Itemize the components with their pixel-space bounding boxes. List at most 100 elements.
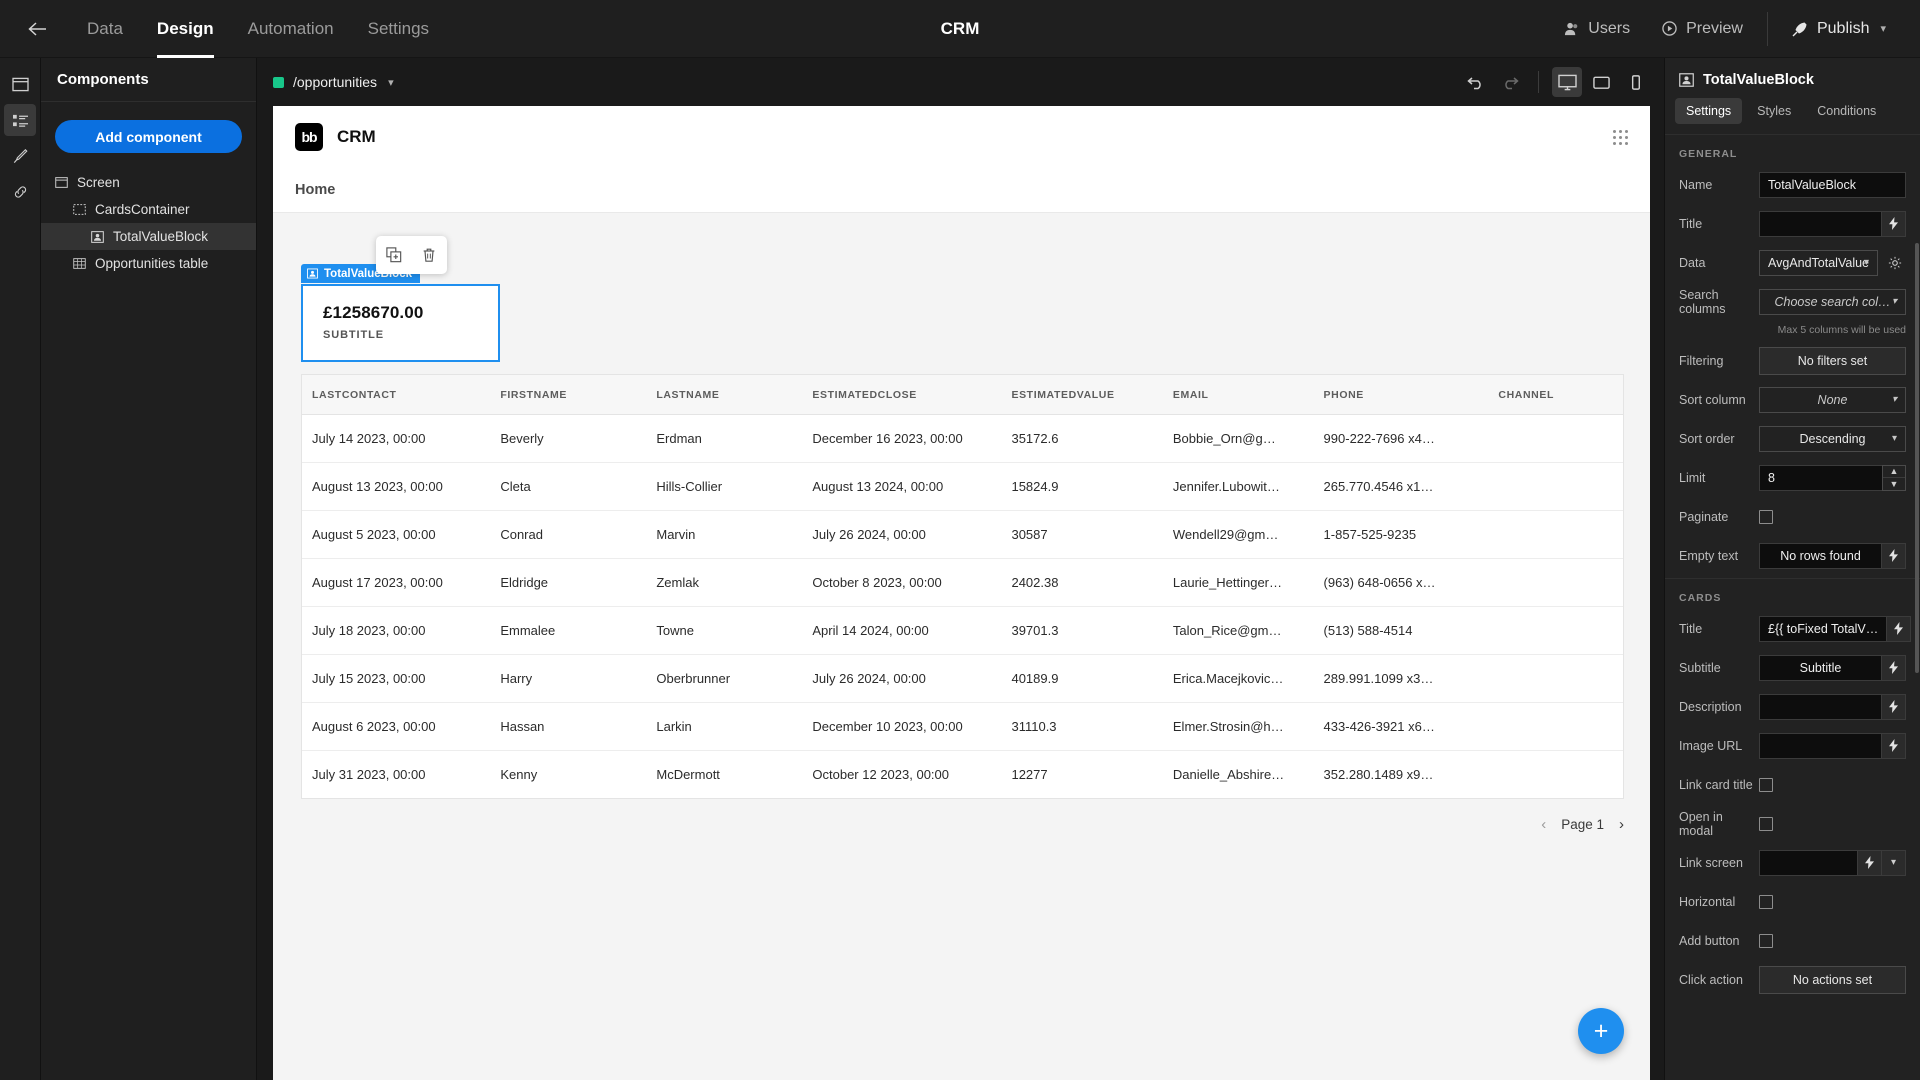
click-action-button[interactable]: No actions set — [1759, 965, 1906, 994]
col-firstname[interactable]: FIRSTNAME — [490, 375, 646, 415]
mobile-icon — [1631, 74, 1640, 90]
tab-data[interactable]: Data — [70, 0, 140, 58]
top-bar: Data Design Automation Settings CRM User… — [0, 0, 1920, 58]
card-description-binding-button[interactable] — [1882, 693, 1906, 720]
limit-decrease-button[interactable]: ▼ — [1883, 478, 1905, 490]
name-input[interactable]: TotalValueBlock — [1759, 171, 1906, 198]
tab-settings[interactable]: Settings — [351, 0, 446, 58]
undo-button[interactable] — [1461, 67, 1491, 97]
screen-selector[interactable]: /opportunities ▾ — [273, 74, 394, 90]
component-float-toolbar — [376, 236, 447, 274]
col-email[interactable]: EMAIL — [1163, 375, 1314, 415]
field-sort-order: Sort order Descending ▾ — [1665, 422, 1920, 455]
title-binding-button[interactable] — [1882, 210, 1906, 237]
inspector-tabs: Settings Styles Conditions — [1665, 98, 1920, 135]
link-screen-input[interactable] — [1759, 849, 1858, 876]
tree-item-opportunities-table[interactable]: Opportunities table — [41, 250, 256, 277]
desktop-icon — [1557, 74, 1577, 90]
filtering-button[interactable]: No filters set — [1759, 346, 1906, 375]
tab-settings[interactable]: Settings — [1675, 98, 1743, 124]
link-screen-dropdown-button[interactable]: ▾ — [1882, 849, 1906, 876]
add-component-button[interactable]: Add component — [55, 120, 242, 153]
horizontal-checkbox[interactable] — [1759, 894, 1773, 909]
table-row[interactable]: August 13 2023, 00:00 Cleta Hills-Collier A… — [302, 462, 1623, 511]
redo-button[interactable] — [1495, 67, 1525, 97]
card-subtitle-binding-button[interactable] — [1882, 654, 1906, 681]
rail-components-button[interactable] — [4, 104, 36, 136]
screen-chevron-down-icon[interactable]: ▾ — [388, 76, 394, 89]
users-button[interactable]: Users — [1548, 14, 1646, 44]
card-title-binding-button[interactable] — [1887, 615, 1912, 642]
table-row[interactable]: August 17 2023, 00:00 Eldridge Zemlak Octob… — [302, 558, 1623, 607]
table-row[interactable]: August 6 2023, 00:00 Hassan Larkin December… — [302, 702, 1623, 751]
rail-theme-button[interactable] — [4, 140, 36, 172]
empty-text-binding-button[interactable] — [1882, 542, 1906, 569]
table-cell — [1488, 654, 1623, 703]
field-empty-text: Empty text No rows found — [1665, 539, 1920, 572]
tree-item-cardscontainer[interactable]: CardsContainer — [41, 196, 256, 223]
data-select[interactable]: AvgAndTotalValue ▾ — [1759, 249, 1879, 276]
col-phone[interactable]: PHONE — [1314, 375, 1489, 415]
table-cell: July 26 2024, 00:00 — [802, 510, 1002, 559]
link-screen-binding-button[interactable] — [1858, 849, 1882, 876]
next-page-button[interactable]: › — [1619, 816, 1624, 833]
inspector-scrollbar[interactable] — [1915, 243, 1919, 673]
link-card-title-checkbox[interactable] — [1759, 777, 1773, 792]
empty-text-input[interactable]: No rows found — [1759, 542, 1882, 569]
data-settings-button[interactable] — [1884, 256, 1906, 270]
device-mobile-button[interactable] — [1620, 67, 1650, 97]
device-desktop-button[interactable] — [1552, 67, 1582, 97]
label-sort-column: Sort column — [1679, 392, 1746, 407]
add-row-fab[interactable]: + — [1578, 1008, 1624, 1054]
grid-menu-icon[interactable] — [1613, 129, 1628, 145]
card-title-input[interactable]: £{{ toFixed TotalV… — [1759, 615, 1888, 642]
duplicate-icon[interactable] — [386, 247, 402, 263]
col-lastcontact[interactable]: LASTCONTACT — [302, 375, 490, 415]
table-row[interactable]: July 31 2023, 00:00 Kenny McDermott October… — [302, 751, 1623, 799]
card-image-url-binding-button[interactable] — [1882, 732, 1906, 759]
add-button-checkbox[interactable] — [1759, 933, 1773, 948]
card-image-url-input[interactable] — [1759, 732, 1882, 759]
tab-automation[interactable]: Automation — [231, 0, 351, 58]
prev-page-button[interactable]: ‹ — [1541, 816, 1546, 833]
rail-screens-button[interactable] — [4, 68, 36, 100]
tree-item-screen[interactable]: Screen — [41, 169, 256, 196]
publish-chevron-down-icon[interactable]: ▾ — [1880, 22, 1886, 35]
publish-button[interactable]: Publish ▾ — [1776, 14, 1902, 44]
inspector-title: TotalValueBlock — [1703, 72, 1814, 88]
label-add-button: Add button — [1679, 933, 1740, 948]
rail-links-button[interactable] — [4, 176, 36, 208]
col-channel[interactable]: CHANNEL — [1488, 375, 1623, 415]
table-row[interactable]: July 14 2023, 00:00 Beverly Erdman December… — [302, 414, 1623, 463]
table-cell: 35172.6 — [1001, 414, 1163, 463]
chevron-down-icon: ▾ — [1863, 257, 1870, 268]
title-input[interactable] — [1759, 210, 1882, 237]
device-tablet-button[interactable] — [1586, 67, 1616, 97]
open-in-modal-checkbox[interactable] — [1759, 816, 1773, 831]
sort-order-select[interactable]: Descending ▾ — [1759, 425, 1906, 452]
tree-item-totalvalueblock[interactable]: TotalValueBlock — [41, 223, 256, 250]
col-lastname[interactable]: LASTNAME — [646, 375, 802, 415]
selected-component-wrap: TotalValueBlock £1258670.00 SUBTITLE — [301, 264, 500, 362]
preview-button[interactable]: Preview — [1646, 14, 1759, 44]
tab-styles[interactable]: Styles — [1746, 98, 1802, 124]
sort-column-select[interactable]: None ▾ — [1759, 386, 1906, 413]
col-estimatedclose[interactable]: ESTIMATEDCLOSE — [802, 375, 1001, 415]
table-row[interactable]: July 15 2023, 00:00 Harry Oberbrunner July … — [302, 654, 1623, 703]
limit-increase-button[interactable]: ▲ — [1883, 466, 1905, 478]
limit-input[interactable]: 8 — [1759, 464, 1882, 491]
table-row[interactable]: July 18 2023, 00:00 Emmalee Towne April 14 … — [302, 606, 1623, 655]
card-subtitle-input[interactable]: Subtitle — [1759, 654, 1882, 681]
search-columns-select[interactable]: Choose search col… ▾ — [1759, 288, 1906, 315]
nav-link-home[interactable]: Home — [295, 182, 335, 198]
table-row[interactable]: August 5 2023, 00:00 Conrad Marvin July 26 … — [302, 510, 1623, 559]
total-value-card[interactable]: £1258670.00 SUBTITLE — [301, 284, 500, 362]
card-description-input[interactable] — [1759, 693, 1882, 720]
tab-conditions[interactable]: Conditions — [1806, 98, 1887, 124]
lightning-icon — [1894, 622, 1904, 635]
back-button[interactable] — [14, 0, 60, 58]
delete-icon[interactable] — [421, 247, 437, 263]
paginate-checkbox[interactable] — [1759, 509, 1773, 524]
col-estimatedvalue[interactable]: ESTIMATEDVALUE — [1001, 375, 1162, 415]
tab-design[interactable]: Design — [140, 0, 231, 58]
